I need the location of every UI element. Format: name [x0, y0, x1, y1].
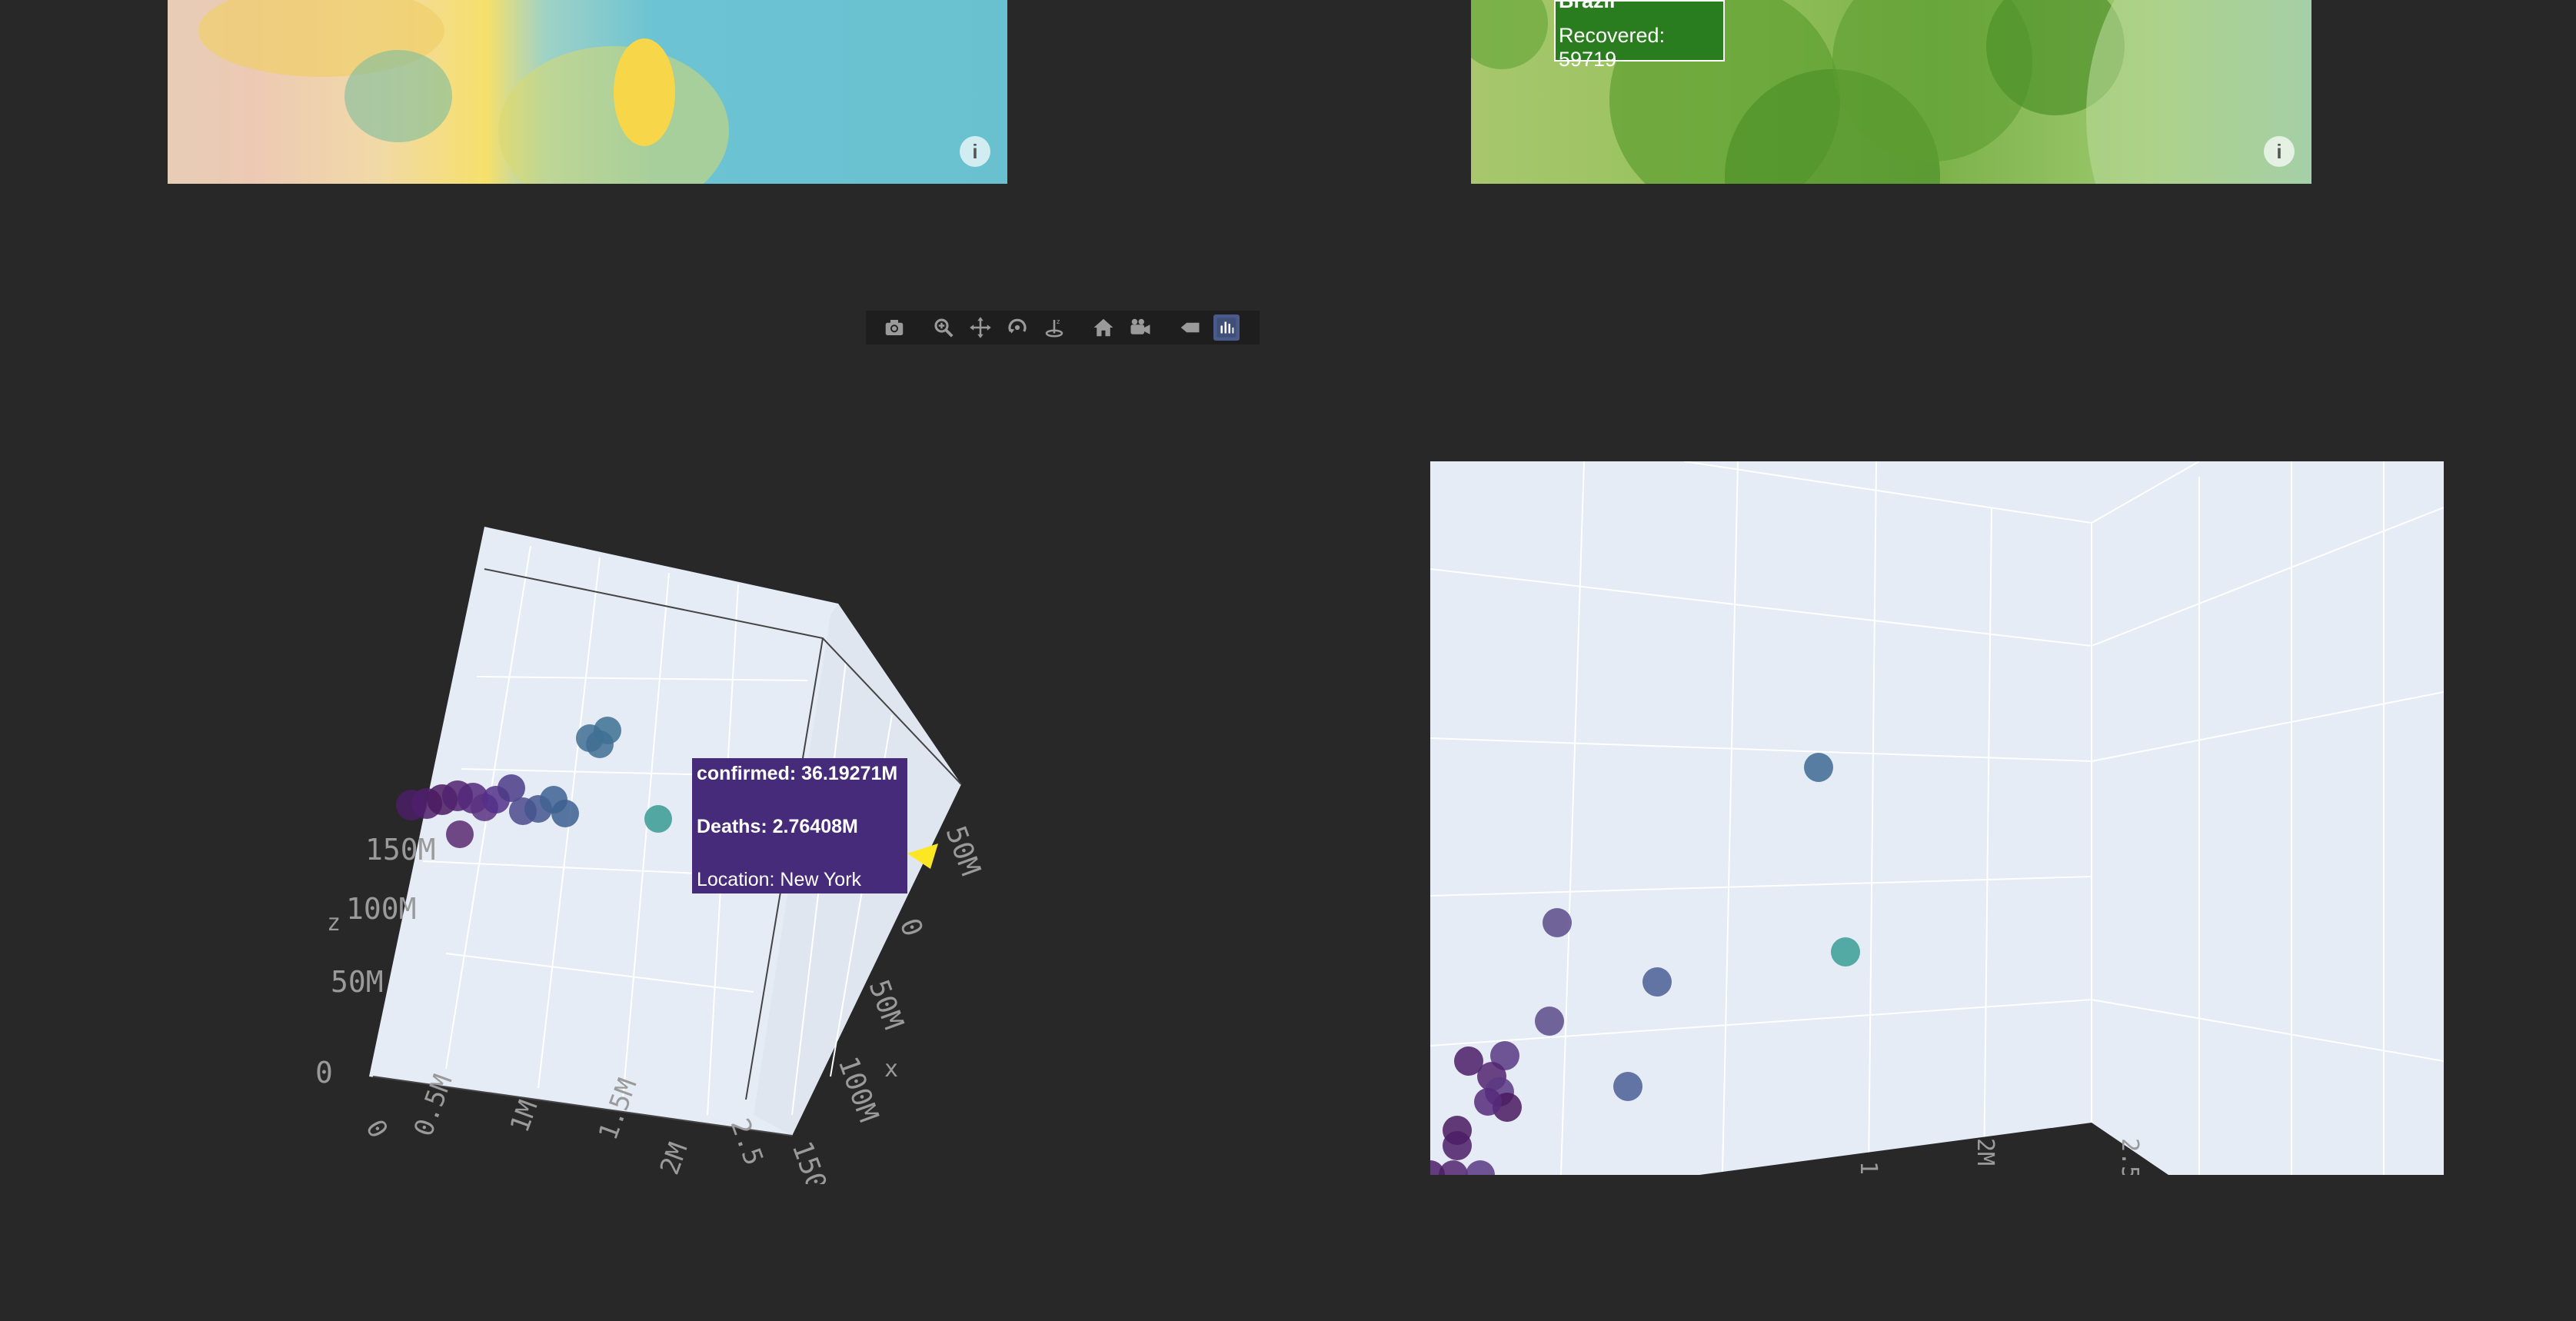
- tick-label: 1M: [504, 1096, 544, 1136]
- scatter-point[interactable]: [1543, 908, 1572, 937]
- z-axis-label: z: [327, 910, 341, 937]
- x-axis-label: x: [884, 1056, 898, 1083]
- scatter-point[interactable]: [1535, 1007, 1564, 1036]
- tooltip-deaths: Deaths: 2.76408M: [697, 816, 858, 837]
- scatter-point[interactable]: [1474, 1088, 1502, 1116]
- scatter-points: [1430, 753, 1860, 1175]
- scatter3d-left-scene[interactable]: 0 50M 100M 150M z 0 0.5M 1M 1.5M 2M 2.5 …: [292, 461, 1061, 1184]
- brazil-hover-tooltip: Brazil Recovered: 59719: [1554, 0, 1725, 71]
- pan-icon[interactable]: [967, 314, 993, 341]
- orbit-icon[interactable]: [1004, 314, 1030, 341]
- camera-icon[interactable]: [881, 314, 907, 341]
- scatter-point[interactable]: [1466, 1160, 1495, 1175]
- info-icon[interactable]: i: [960, 136, 990, 167]
- tick-label: 150M: [365, 833, 436, 867]
- tick-label: 0: [894, 914, 929, 940]
- tick-label: 50M: [331, 965, 384, 999]
- svg-text:z: z: [1057, 318, 1060, 326]
- hover-tooltip: confirmed: 36.19271M Deaths: 2.76408M Lo…: [692, 758, 907, 893]
- tooltip-location: Brazil: [1559, 0, 1616, 12]
- scatter-point[interactable]: [1443, 1131, 1472, 1160]
- brazil-map-panel[interactable]: Brazil Recovered: 59719 i: [1471, 0, 2311, 184]
- tick-label: 150: [786, 1137, 833, 1184]
- tick-label: 2M: [654, 1139, 694, 1179]
- turntable-icon[interactable]: z: [1041, 314, 1067, 341]
- scatter-point[interactable]: [1804, 753, 1833, 782]
- zoom-icon[interactable]: [930, 314, 957, 341]
- tick-label: 2.5: [2116, 1138, 2143, 1175]
- tick-label: 50M: [940, 822, 987, 880]
- plotly-modebar: z: [866, 311, 1260, 344]
- tick-label: 0: [359, 1115, 394, 1144]
- tick-label: 2M: [1972, 1138, 1999, 1166]
- us-map-panel[interactable]: i: [168, 0, 1007, 184]
- scatter-point[interactable]: [644, 805, 672, 833]
- scene-grid: [1430, 461, 2444, 1175]
- info-icon[interactable]: i: [2264, 136, 2295, 167]
- scatter3d-right-scene[interactable]: 1M 2M 2.5: [1430, 461, 2444, 1175]
- scatter-point[interactable]: [551, 800, 579, 827]
- tooltip-recovered: Recovered: 59719: [1559, 24, 1666, 71]
- scatter-point[interactable]: [446, 820, 474, 848]
- scene-canvas: 1M 2M 2.5: [1430, 461, 2444, 1175]
- tick-label: 0: [315, 1056, 333, 1090]
- scatter-point[interactable]: [594, 717, 621, 744]
- tick-label: 100M: [346, 892, 417, 926]
- home-icon[interactable]: [1090, 314, 1117, 341]
- scatter-point[interactable]: [1831, 937, 1860, 967]
- us-map-layer: [198, 0, 729, 184]
- tick-label: 1M: [1855, 1161, 1882, 1175]
- hover-icon[interactable]: [1177, 314, 1203, 341]
- scatter-point[interactable]: [1430, 1160, 1445, 1175]
- tooltip-confirmed: confirmed: 36.19271M: [697, 763, 898, 784]
- tooltip-location: Location: New York: [697, 869, 862, 890]
- tick-label: 50M: [863, 976, 910, 1033]
- scene-cutout: [1699, 1123, 2168, 1175]
- plotly-logo-icon[interactable]: [1213, 314, 1240, 341]
- tick-label: 100M: [832, 1053, 884, 1126]
- camera-reset-icon[interactable]: [1127, 314, 1153, 341]
- scatter-point[interactable]: [1613, 1072, 1642, 1101]
- scatter-point[interactable]: [1642, 967, 1672, 997]
